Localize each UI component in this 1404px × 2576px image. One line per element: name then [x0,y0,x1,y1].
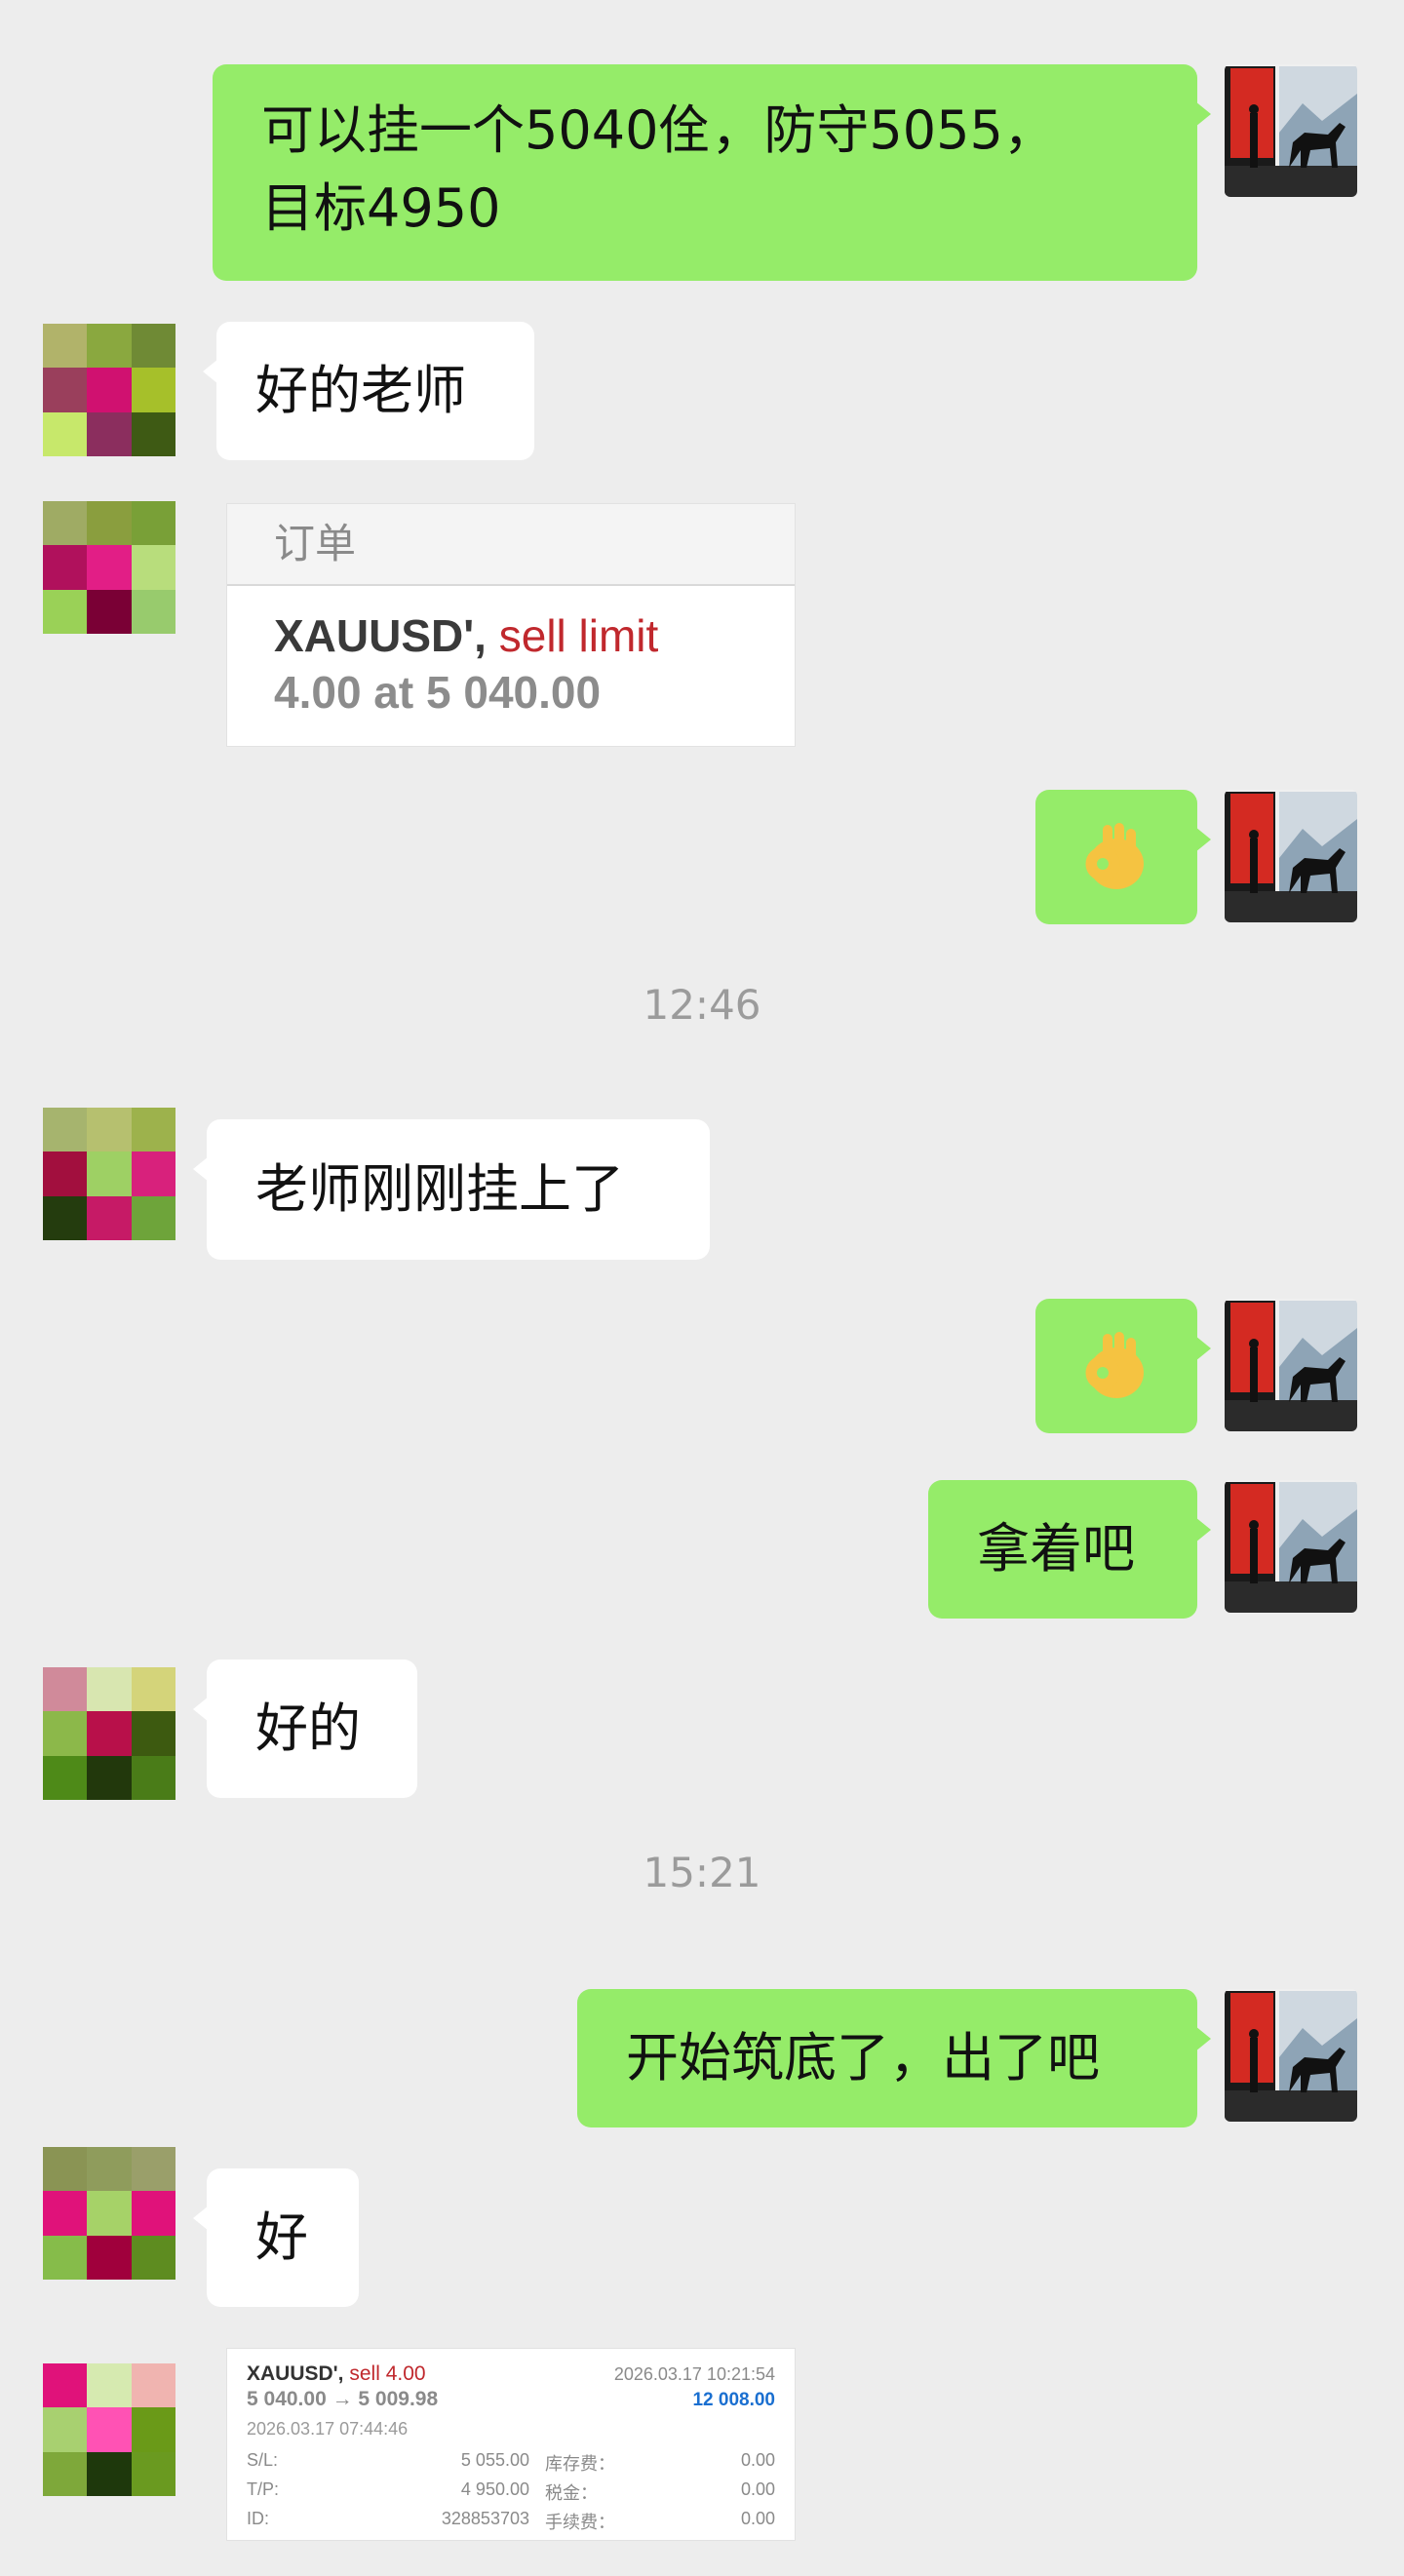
message-bubble-self[interactable]: 拿着吧 [928,1480,1211,1619]
message-text: 拿着吧 [977,1518,1135,1580]
message-text: 好 [255,2206,308,2268]
message-text: 老师刚刚挂上了 [255,1158,624,1220]
swap-value: 0.00 [740,2450,775,2470]
fee-label: 手续费： [545,2513,615,2532]
position-profit: 12 008.00 [692,2390,775,2410]
self-avatar[interactable] [1225,1299,1357,1431]
fee-value: 0.00 [740,2509,775,2528]
contact-avatar[interactable] [43,2147,176,2280]
self-avatar[interactable] [1225,1989,1357,2122]
message-text: 可以挂一个5040佺，防守5055， [261,99,1056,161]
order-detail: 4.00 at 5 040.00 [274,667,602,718]
message-bubble-contact[interactable]: 老师刚刚挂上了 [193,1119,710,1260]
position-open-time: 2026.03.17 07:44:46 [247,2419,409,2439]
message-text: 好的 [255,1698,361,1759]
message-bubble-self[interactable] [1035,1299,1211,1433]
message-bubble-self[interactable] [1035,790,1211,924]
contact-avatar[interactable] [43,1108,176,1240]
timestamp: 12:46 [643,981,761,1029]
contact-avatar[interactable] [43,324,176,456]
message-text: 好的老师 [255,360,466,421]
ok-hand-emoji-icon [1085,823,1144,889]
contact-avatar[interactable] [43,2363,176,2496]
id-label: ID: [247,2509,270,2528]
closed-position-card[interactable]: XAUUSD', sell 4.00 2026.03.17 10:21:54 5… [226,2348,796,2541]
position-close-time: 2026.03.17 10:21:54 [613,2364,775,2384]
message-text: 开始筑底了，出了吧 [626,2027,1100,2088]
position-side: sell 4.00 [349,2362,426,2385]
tp-label: T/P: [247,2479,280,2499]
sl-value: 5 055.00 [460,2450,529,2470]
tax-value: 0.00 [740,2479,775,2499]
message-text: 目标4950 [261,177,501,239]
position-prices: 5 040.00 → 5 009.98 [247,2388,439,2410]
position-symbol: XAUUSD', [247,2362,344,2385]
message-bubble-self[interactable]: 可以挂一个5040佺，防守5055， 目标4950 [213,64,1211,281]
timestamp: 15:21 [643,1849,761,1896]
message-bubble-self[interactable]: 开始筑底了，出了吧 [577,1989,1211,2127]
order-screenshot-card[interactable]: 订单 XAUUSD', sell limit 4.00 at 5 040.00 [226,503,796,747]
sl-label: S/L: [247,2450,279,2470]
swap-label: 库存费： [545,2454,615,2474]
contact-avatar[interactable] [43,501,176,634]
id-value: 328853703 [441,2509,529,2528]
ok-hand-emoji-icon [1085,1332,1144,1398]
message-bubble-contact[interactable]: 好的 [193,1659,417,1798]
order-symbol: XAUUSD', [274,610,487,661]
message-bubble-contact[interactable]: 好 [193,2168,359,2307]
message-bubble-contact[interactable]: 好的老师 [203,322,534,460]
contact-avatar[interactable] [43,1667,176,1800]
tp-value: 4 950.00 [460,2479,529,2499]
tax-label: 税金： [545,2483,598,2503]
order-type: sell limit [498,610,659,661]
order-card-title: 订单 [227,504,795,586]
self-avatar[interactable] [1225,64,1357,197]
self-avatar[interactable] [1225,790,1357,922]
self-avatar[interactable] [1225,1480,1357,1613]
